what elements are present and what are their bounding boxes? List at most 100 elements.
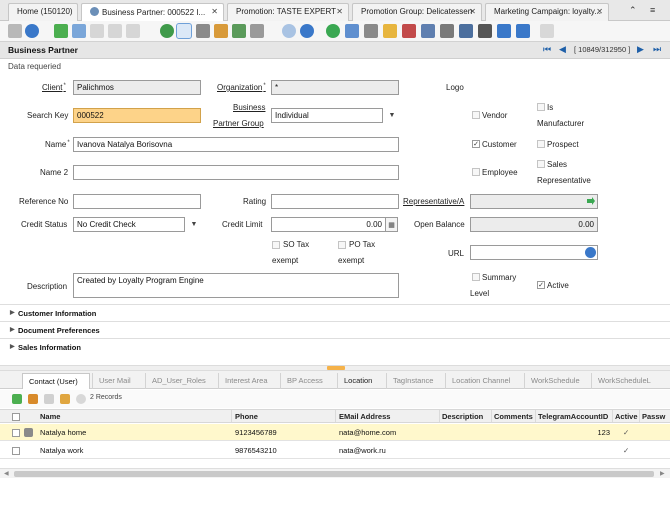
attachment-icon[interactable]: [196, 24, 210, 38]
tab-ad-user-roles[interactable]: AD_User_Roles: [145, 373, 217, 389]
client-field[interactable]: Palichmos: [73, 80, 201, 95]
tab-home[interactable]: Home (150120): [8, 3, 78, 21]
tab-interest-area[interactable]: Interest Area: [218, 373, 278, 389]
select-all-checkbox[interactable]: [12, 413, 20, 421]
reference-field[interactable]: [73, 194, 201, 209]
tab-location-channel[interactable]: Location Channel: [445, 373, 523, 389]
scroll-right-icon[interactable]: ▶: [660, 470, 665, 477]
sales-rep-checkbox[interactable]: [537, 160, 545, 168]
name-field[interactable]: Ivanova Natalya Borisovna: [73, 137, 399, 152]
close-icon[interactable]: ✕: [211, 7, 218, 16]
detail-record-icon[interactable]: [300, 24, 314, 38]
scroll-left-icon[interactable]: ◀: [4, 470, 9, 477]
chat-icon[interactable]: [214, 24, 228, 38]
tab-user-mail[interactable]: User Mail: [92, 373, 144, 389]
credit-limit-field[interactable]: 0.00: [271, 217, 386, 232]
summary-level-checkbox[interactable]: [472, 273, 480, 281]
settings-gear-icon[interactable]: [478, 24, 492, 38]
rating-field[interactable]: [271, 194, 399, 209]
history-icon[interactable]: [250, 24, 264, 38]
tab-contact-user[interactable]: Contact (User): [22, 373, 90, 389]
copy-record-icon[interactable]: [72, 24, 86, 38]
name2-field[interactable]: [73, 165, 399, 180]
bp-group-select[interactable]: Individual: [271, 108, 383, 123]
edit-record-icon[interactable]: [24, 428, 33, 437]
import-icon[interactable]: [516, 24, 530, 38]
product-info-icon[interactable]: [459, 24, 473, 38]
tab-business-partner[interactable]: Business Partner: 000522 I... ✕: [81, 3, 224, 22]
report-icon[interactable]: [326, 24, 340, 38]
column-header-telegram[interactable]: TelegramAccountID: [538, 412, 608, 421]
active-workflows-icon[interactable]: [421, 24, 435, 38]
refresh-icon[interactable]: [160, 24, 174, 38]
column-header-phone[interactable]: Phone: [235, 412, 258, 421]
delete-icon[interactable]: [90, 24, 104, 38]
vendor-checkbox[interactable]: [472, 111, 480, 119]
active-checkbox[interactable]: ✓: [537, 281, 545, 289]
zoom-across-icon[interactable]: [402, 24, 416, 38]
customer-checkbox[interactable]: ✓: [472, 140, 480, 148]
close-icon[interactable]: ✕: [596, 7, 603, 16]
grid-save-icon[interactable]: [60, 394, 70, 404]
tab-location[interactable]: Location: [337, 373, 385, 389]
credit-status-select[interactable]: No Credit Check: [73, 217, 185, 232]
column-header-password[interactable]: Passw: [642, 412, 665, 421]
chevron-down-icon[interactable]: ▼: [188, 217, 200, 232]
section-customer-information[interactable]: ▶ Customer Information: [0, 304, 670, 320]
archive-icon[interactable]: [345, 24, 359, 38]
scrollbar-thumb[interactable]: [14, 471, 654, 477]
is-manufacturer-checkbox[interactable]: [537, 103, 545, 111]
open-balance-field[interactable]: 0.00: [470, 217, 598, 232]
grid-new-icon[interactable]: [12, 394, 22, 404]
tab-workschedule[interactable]: WorkSchedule: [524, 373, 590, 389]
menu-icon[interactable]: ≡: [650, 5, 655, 15]
grid-customize-icon[interactable]: [76, 394, 86, 404]
calculator-icon[interactable]: ▦: [386, 217, 398, 232]
first-record-icon[interactable]: ⏮: [543, 44, 551, 55]
new-record-icon[interactable]: [54, 24, 68, 38]
url-field[interactable]: [470, 245, 598, 260]
column-header-description[interactable]: Description: [442, 412, 483, 421]
representative-field[interactable]: [470, 194, 598, 209]
last-record-icon[interactable]: ⏭: [653, 44, 661, 55]
description-field[interactable]: Created by Loyalty Program Engine: [73, 273, 399, 298]
tab-promotion[interactable]: Promotion: TASTE EXPERT ✕: [227, 3, 349, 21]
collapse-up-icon[interactable]: ⌃: [629, 5, 637, 16]
section-sales-information[interactable]: ▶ Sales Information: [0, 338, 670, 354]
close-icon[interactable]: ✕: [336, 7, 343, 16]
search-key-field[interactable]: 000522: [73, 108, 201, 123]
close-icon[interactable]: ✕: [469, 7, 476, 16]
prospect-checkbox[interactable]: [537, 140, 545, 148]
request-icon[interactable]: [440, 24, 454, 38]
find-icon[interactable]: [176, 23, 192, 39]
tab-marketing-campaign[interactable]: Marketing Campaign: loyalty... ✕: [485, 3, 609, 21]
table-row[interactable]: Natalya home 9123456789 nata@home.com 12…: [0, 424, 670, 441]
employee-checkbox[interactable]: [472, 168, 480, 176]
globe-icon[interactable]: [585, 247, 596, 258]
tab-workschedulel[interactable]: WorkScheduleL: [591, 373, 661, 389]
help-icon[interactable]: [25, 24, 39, 38]
organization-field[interactable]: *: [271, 80, 399, 95]
export-icon[interactable]: [497, 24, 511, 38]
splitter-handle[interactable]: [327, 366, 345, 370]
column-header-email[interactable]: EMail Address: [339, 412, 390, 421]
chevron-down-icon[interactable]: ▼: [386, 108, 398, 123]
column-header-active[interactable]: Active: [615, 412, 638, 421]
next-record-icon[interactable]: ▶: [637, 44, 644, 55]
row-select-checkbox[interactable]: [12, 447, 20, 455]
end-icon[interactable]: [540, 24, 554, 38]
table-row[interactable]: Natalya work 9876543210 nata@work.ru ✓: [0, 442, 670, 459]
save-icon[interactable]: [108, 24, 122, 38]
grid-toggle-icon[interactable]: [232, 24, 246, 38]
so-tax-exempt-checkbox[interactable]: [272, 241, 280, 249]
column-header-comments[interactable]: Comments: [494, 412, 533, 421]
lock-icon[interactable]: [383, 24, 397, 38]
section-document-preferences[interactable]: ▶ Document Preferences: [0, 321, 670, 337]
ignore-icon[interactable]: [8, 24, 22, 38]
undo-icon[interactable]: [126, 24, 140, 38]
previous-record-icon[interactable]: ◀: [559, 44, 566, 55]
grid-delete-icon[interactable]: [44, 394, 54, 404]
tab-taginstance[interactable]: TagInstance: [386, 373, 444, 389]
tab-promotion-group[interactable]: Promotion Group: Delicatessen ✕: [352, 3, 482, 21]
po-tax-exempt-checkbox[interactable]: [338, 241, 346, 249]
